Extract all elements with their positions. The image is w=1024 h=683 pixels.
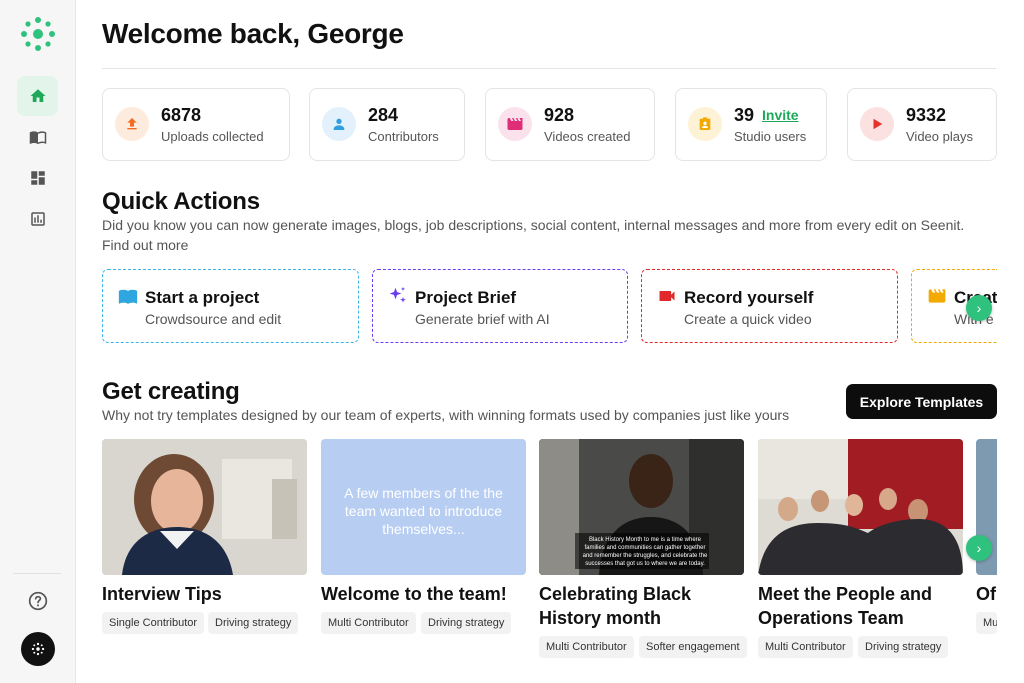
book-open-icon (29, 131, 46, 145)
help-icon[interactable] (28, 591, 48, 611)
sidebar (0, 0, 76, 683)
stat-value: 39 (734, 105, 755, 125)
action-subtitle: Crowdsource and edit (145, 311, 282, 327)
seenit-logo[interactable] (20, 16, 56, 52)
template-title[interactable]: Welcome to the team! (321, 582, 526, 606)
action-title: Start a project (145, 288, 260, 307)
template-title[interactable]: Celebrating Black History month (539, 582, 744, 630)
template-thumbnail[interactable] (102, 439, 307, 575)
person-icon (322, 107, 356, 141)
templates-next-button[interactable]: › (966, 535, 992, 561)
group-photo (758, 439, 963, 575)
thumbnail-text: A few members of the the team wanted to … (344, 485, 503, 537)
chevron-right-icon: › (976, 300, 982, 316)
stat-card-studio-users[interactable]: 39 Invite Studio users (675, 88, 827, 161)
page-title: Welcome back, George (102, 18, 404, 49)
interview-photo (102, 439, 307, 575)
template-thumbnail[interactable]: Black History Month to me is a time wher… (539, 439, 744, 575)
start-project-card[interactable]: Start a project Crowdsource and edit (102, 269, 359, 343)
template-thumbnail[interactable]: A few members of the the team wanted to … (321, 439, 526, 575)
stat-value: 928 (544, 105, 575, 125)
template-tag: Multi Contributor (321, 612, 416, 634)
template-tag: Driving strategy (858, 636, 949, 658)
quick-actions-title: Quick Actions (102, 188, 260, 215)
template-tag: Mu (976, 612, 997, 634)
template-title[interactable]: Interview Tips (102, 582, 307, 606)
stat-card-uploads[interactable]: 6878 Uploads collected (102, 88, 290, 161)
explore-templates-button[interactable]: Explore Templates (846, 384, 997, 419)
title-divider (102, 68, 996, 69)
stat-label: Videos created (544, 129, 631, 144)
template-tag: Single Contributor (102, 612, 205, 634)
template-title[interactable]: Of (976, 582, 997, 606)
project-brief-card[interactable]: Project Brief Generate brief with AI (372, 269, 628, 343)
nav-dashboard[interactable] (17, 158, 58, 198)
chevron-right-icon: › (976, 540, 982, 556)
clapperboard-icon (498, 107, 532, 141)
stat-value: 6878 (161, 105, 202, 125)
template-tag: Driving strategy (208, 612, 299, 634)
video-camera-icon (659, 291, 675, 301)
play-icon (860, 107, 894, 141)
stat-label: Studio users (734, 129, 807, 144)
stat-label: Uploads collected (161, 129, 264, 144)
template-tag: Multi Contributor (758, 636, 853, 658)
template-tag: Driving strategy (421, 612, 512, 634)
get-creating-description: Why not try templates designed by our te… (102, 407, 790, 423)
stat-value: 9332 (906, 105, 947, 125)
nav-analytics[interactable] (17, 199, 58, 239)
stat-label: Video plays (906, 129, 973, 144)
clapperboard-icon (928, 289, 946, 303)
home-icon (30, 89, 45, 102)
stat-label: Contributors (368, 129, 439, 144)
template-tag: Softer engagement (639, 636, 747, 658)
badge-icon (688, 107, 722, 141)
template-title[interactable]: Meet the People and Operations Team (758, 582, 963, 630)
action-subtitle: Generate brief with AI (415, 311, 550, 327)
book-icon (118, 289, 138, 304)
action-title: Record yourself (684, 288, 814, 307)
stat-card-videos[interactable]: 928 Videos created (485, 88, 655, 161)
action-subtitle: Create a quick video (684, 311, 812, 327)
avatar[interactable] (21, 632, 55, 666)
thumbnail-caption: Black History Month to me is a time wher… (582, 537, 708, 567)
action-title: Project Brief (415, 288, 517, 307)
stat-card-contributors[interactable]: 284 Contributors (309, 88, 465, 161)
analytics-icon (30, 212, 45, 226)
quick-actions-description: Did you know you can now generate images… (102, 217, 965, 253)
record-yourself-card[interactable]: Record yourself Create a quick video (641, 269, 898, 343)
dashboard-icon (30, 171, 45, 185)
nav-library[interactable] (17, 117, 58, 157)
stat-value: 284 (368, 105, 399, 125)
invite-link[interactable]: Invite (762, 107, 799, 123)
sidebar-divider (13, 573, 61, 574)
stat-card-video-plays[interactable]: 9332 Video plays (847, 88, 997, 161)
seenit-mark-icon (31, 642, 45, 656)
get-creating-title: Get creating (102, 378, 240, 405)
quick-actions-next-button[interactable]: › (966, 295, 992, 321)
template-thumbnail[interactable] (758, 439, 963, 575)
upload-icon (115, 107, 149, 141)
nav-home[interactable] (17, 76, 58, 116)
template-tag: Multi Contributor (539, 636, 634, 658)
sparkle-icon (389, 286, 406, 303)
